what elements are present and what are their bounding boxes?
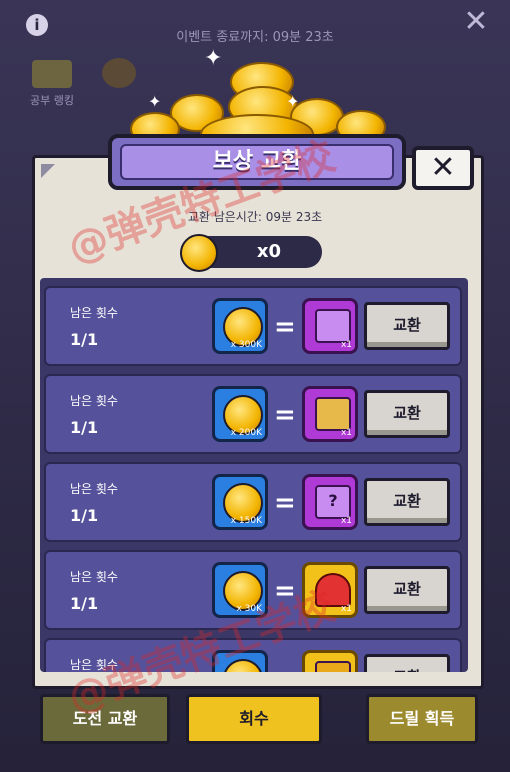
close-icon[interactable]: ✕	[458, 4, 494, 40]
equals-icon: =	[274, 488, 296, 518]
cost-amount: x 300K	[230, 340, 262, 350]
pink-chest-icon	[315, 309, 351, 343]
remaining-label: 남은 횟수	[70, 394, 118, 408]
reward-slot: x1	[302, 298, 358, 354]
collect-button[interactable]: 회수	[186, 694, 322, 744]
equals-icon: =	[274, 312, 296, 342]
cost-slot: x 300K	[212, 298, 268, 354]
equals-icon: =	[274, 400, 296, 430]
exchange-button[interactable]: 교환	[364, 654, 450, 672]
list-item: 남은 횟수 교환	[44, 638, 462, 672]
list-item: 남은 횟수 1/1 x 30K = x1 교환	[44, 550, 462, 630]
exchange-button[interactable]: 교환	[364, 478, 450, 526]
sparkle-icon: ✦	[204, 46, 223, 71]
reward-slot: x1	[302, 562, 358, 618]
remaining-label: 남은 횟수	[70, 658, 118, 672]
remaining-label: 남은 횟수	[70, 570, 118, 584]
gold-chest-icon	[315, 397, 351, 431]
coin-icon	[180, 234, 218, 272]
cost-amount: x 200K	[230, 428, 262, 438]
remaining-count: 1/1	[70, 418, 99, 437]
cost-slot: x 200K	[212, 386, 268, 442]
reward-slot: x1	[302, 474, 358, 530]
reward-qty: x1	[340, 340, 352, 350]
panel-title-plate: 보상 교환	[108, 134, 406, 190]
bottom-left-label: 도전 교환	[72, 709, 138, 728]
remaining-label: 남은 횟수	[70, 306, 118, 320]
exchange-button[interactable]: 교환	[364, 566, 450, 614]
exchange-button[interactable]: 교환	[364, 302, 450, 350]
reward-slot	[302, 650, 358, 672]
rank-tab-label: 공부 랭킹	[30, 94, 74, 107]
cost-slot: x 30K	[212, 562, 268, 618]
coin-balance-value: x0	[256, 241, 282, 262]
coin-balance: x0	[180, 234, 322, 272]
reward-qty: x1	[340, 428, 352, 438]
bottom-bar: 도전 교환 회수 드릴 획득	[0, 688, 510, 772]
cost-slot: x 150K	[212, 474, 268, 530]
exchange-timer: 교환 남은시간: 09분 23초	[187, 210, 323, 224]
list-item: 남은 횟수 1/1 x 300K = x1 교환	[44, 286, 462, 366]
list-item: 남은 횟수 1/1 x 150K = x1 교환	[44, 462, 462, 542]
rank-tab[interactable]: 공부 랭킹	[22, 60, 82, 108]
panel-corner	[41, 164, 55, 178]
panel-close-button[interactable]: ✕	[412, 146, 474, 190]
exchange-button[interactable]: 교환	[364, 390, 450, 438]
coin-icon	[223, 659, 263, 672]
trophy-icon	[32, 60, 72, 88]
remaining-label: 남은 횟수	[70, 482, 118, 496]
sparkle-icon: ✦	[148, 92, 162, 111]
collect-label: 회수	[239, 709, 269, 728]
sparkle-icon: ✦	[286, 92, 300, 111]
drill-label: 드릴 획득	[389, 709, 455, 728]
exchange-list[interactable]: 남은 횟수 1/1 x 300K = x1 교환 남은 횟수 1/1 x 200…	[40, 278, 468, 672]
remaining-count: 1/1	[70, 594, 99, 613]
bottom-left-button[interactable]: 도전 교환	[40, 694, 170, 744]
equals-icon: =	[274, 576, 296, 606]
cost-amount: x 150K	[230, 516, 262, 526]
gold-item-icon	[315, 661, 351, 672]
cost-amount: x 30K	[236, 604, 262, 614]
drill-button[interactable]: 드릴 획득	[366, 694, 478, 744]
jester-hat-icon	[315, 573, 351, 607]
remaining-count: 1/1	[70, 330, 99, 349]
reward-qty: x1	[340, 604, 352, 614]
reward-qty: x1	[340, 516, 352, 526]
mystery-chest-icon	[315, 485, 351, 519]
remaining-count: 1/1	[70, 506, 99, 525]
cost-slot	[212, 650, 268, 672]
list-item: 남은 횟수 1/1 x 200K = x1 교환	[44, 374, 462, 454]
reward-slot: x1	[302, 386, 358, 442]
panel-title: 보상 교환	[120, 144, 394, 180]
